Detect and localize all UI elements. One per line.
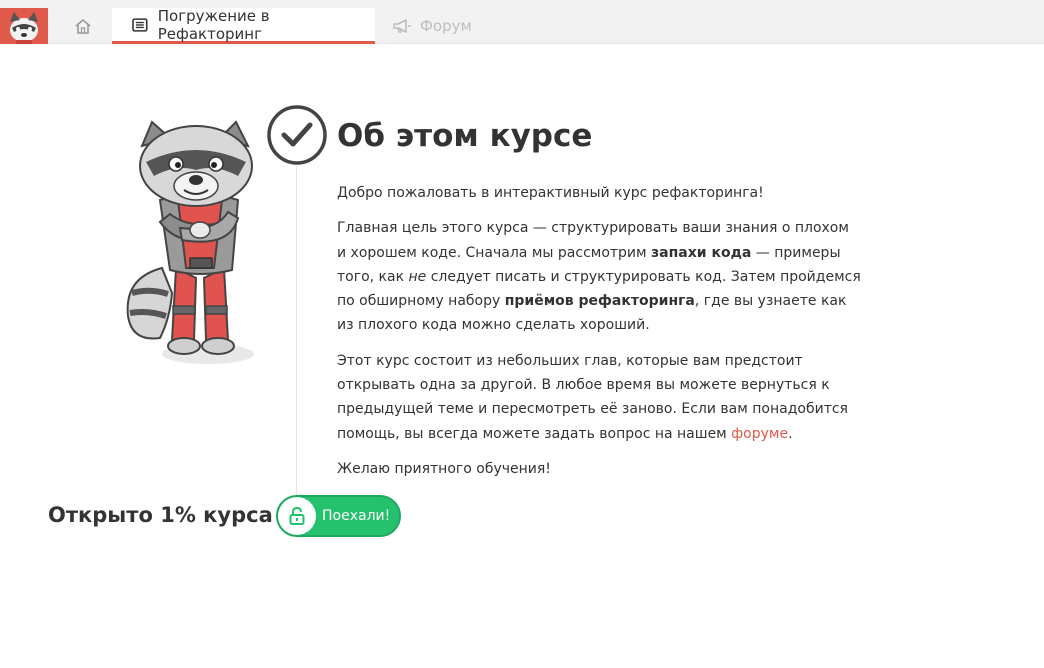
megaphone-icon bbox=[393, 19, 411, 33]
tab-forum-label: Форум bbox=[420, 17, 472, 35]
unlock-icon bbox=[278, 497, 316, 535]
timeline-line bbox=[296, 166, 297, 496]
refactoring-techniques-term: приёмов рефакторинга bbox=[504, 293, 695, 310]
top-nav: Погружение в Рефакторинг Форум bbox=[0, 0, 1044, 44]
start-button-label: Поехали! bbox=[322, 508, 391, 524]
home-tab[interactable] bbox=[60, 8, 106, 44]
book-icon bbox=[132, 17, 148, 32]
page-title: Об этом курсе bbox=[337, 118, 593, 154]
goal-paragraph: Главная цель этого курса — структурирова… bbox=[337, 216, 862, 337]
raccoon-mascot bbox=[120, 118, 260, 370]
raccoon-logo[interactable] bbox=[0, 8, 48, 44]
emphasis-text: не bbox=[408, 268, 427, 285]
text-span: . bbox=[788, 425, 793, 442]
closing-paragraph: Желаю приятного обучения! bbox=[337, 460, 551, 477]
course-description: Добро пожаловать в интерактивный курс ре… bbox=[337, 181, 862, 492]
tab-forum[interactable]: Форум bbox=[392, 8, 472, 44]
start-button[interactable]: Поехали! bbox=[276, 495, 401, 537]
code-smells-term: запахи кода bbox=[651, 244, 752, 261]
check-icon bbox=[266, 104, 328, 166]
progress-label: Открыто 1% курса bbox=[48, 503, 273, 527]
tab-course-label: Погружение в Рефакторинг bbox=[157, 6, 270, 43]
intro-paragraph: Добро пожаловать в интерактивный курс ре… bbox=[337, 185, 764, 201]
forum-link[interactable]: форуме bbox=[731, 426, 788, 442]
structure-paragraph: Этот курс состоит из небольших глав, кот… bbox=[337, 349, 862, 446]
tab-course[interactable]: Погружение в Рефакторинг bbox=[112, 6, 375, 44]
home-icon bbox=[75, 18, 91, 34]
